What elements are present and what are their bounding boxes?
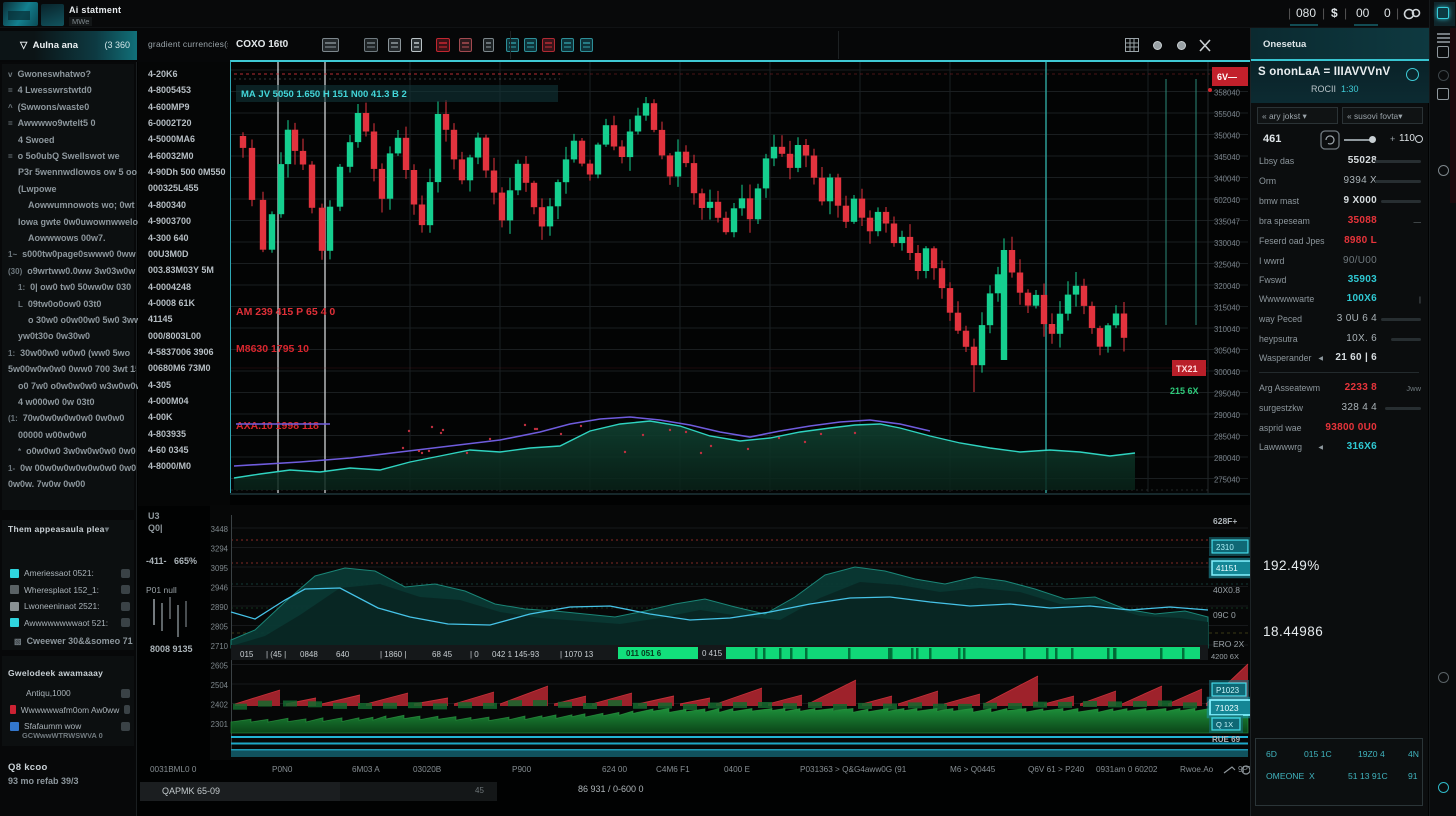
svg-text:628F+: 628F+ [1213, 516, 1237, 526]
svg-text:3448: 3448 [211, 525, 228, 534]
svg-text:AXA.10 1998 118: AXA.10 1998 118 [236, 420, 319, 432]
svg-text:Q 1X: Q 1X [1216, 720, 1233, 729]
svg-text:275040: 275040 [1214, 476, 1241, 485]
svg-text:340040: 340040 [1214, 175, 1241, 184]
svg-text:TX21: TX21 [1176, 364, 1198, 374]
svg-text:042 1 145-93: 042 1 145-93 [492, 650, 540, 659]
svg-text:ERO 2X: ERO 2X [1213, 639, 1245, 649]
svg-text:AM 239 415 P 65 4 0: AM 239 415 P 65 4 0 [236, 306, 335, 318]
svg-text:015: 015 [240, 650, 254, 659]
svg-text:MA JV 5050 1.650 H 151 N00 41.: MA JV 5050 1.650 H 151 N00 41.3 B 2 [241, 89, 407, 100]
svg-text:280040: 280040 [1214, 454, 1241, 463]
svg-text:320040: 320040 [1214, 282, 1241, 291]
svg-text:358040: 358040 [1214, 89, 1241, 98]
svg-text:640: 640 [336, 650, 350, 659]
svg-text:355040: 355040 [1214, 110, 1241, 119]
svg-text:315040: 315040 [1214, 304, 1241, 313]
svg-text:P01 null: P01 null [146, 585, 177, 595]
svg-text:285040: 285040 [1214, 433, 1241, 442]
svg-text:602040: 602040 [1214, 196, 1241, 205]
svg-text:345040: 345040 [1214, 153, 1241, 162]
svg-text:2301: 2301 [211, 720, 228, 729]
svg-text:2402: 2402 [211, 701, 228, 710]
svg-text:6V—: 6V— [1217, 72, 1237, 82]
svg-text:RUE 69: RUE 69 [1212, 735, 1241, 744]
svg-text:41151: 41151 [1216, 564, 1238, 573]
svg-text:330040: 330040 [1214, 239, 1241, 248]
svg-text:2946: 2946 [211, 584, 228, 593]
svg-text:215 6X: 215 6X [1170, 386, 1199, 396]
svg-text:300040: 300040 [1214, 368, 1241, 377]
svg-text:0 415: 0 415 [702, 649, 723, 658]
svg-text:| 1070 13: | 1070 13 [560, 650, 594, 659]
svg-text:305040: 305040 [1214, 347, 1241, 356]
svg-text:2504: 2504 [211, 681, 229, 690]
svg-text:4200 6X: 4200 6X [1211, 652, 1239, 661]
svg-text:3095: 3095 [211, 564, 229, 573]
svg-text:0848: 0848 [300, 650, 318, 659]
svg-text:290040: 290040 [1214, 411, 1241, 420]
svg-text:325040: 325040 [1214, 261, 1241, 270]
svg-text:40X0.8: 40X0.8 [1213, 585, 1240, 595]
svg-text:350040: 350040 [1214, 132, 1241, 141]
svg-text:2890: 2890 [211, 603, 229, 612]
svg-text:2805: 2805 [211, 623, 229, 632]
svg-text:09C 0: 09C 0 [1213, 610, 1236, 620]
svg-text:2605: 2605 [211, 662, 229, 671]
svg-text:| 0: | 0 [470, 650, 479, 659]
svg-text:2310: 2310 [1216, 543, 1234, 552]
svg-text:011 051 6: 011 051 6 [626, 649, 662, 658]
svg-text:| (45 |: | (45 | [266, 650, 286, 659]
svg-text:68 45: 68 45 [432, 650, 453, 659]
svg-text:P1023: P1023 [1216, 686, 1240, 695]
svg-text:M8630 1795 10: M8630 1795 10 [236, 343, 309, 355]
svg-text:295040: 295040 [1214, 390, 1241, 399]
svg-text:71023: 71023 [1215, 703, 1239, 713]
svg-text:335047: 335047 [1214, 218, 1240, 227]
svg-text:3294: 3294 [211, 545, 229, 554]
svg-text:310040: 310040 [1214, 325, 1241, 334]
svg-text:| 1860 |: | 1860 | [380, 650, 406, 659]
svg-text:2710: 2710 [211, 642, 229, 651]
